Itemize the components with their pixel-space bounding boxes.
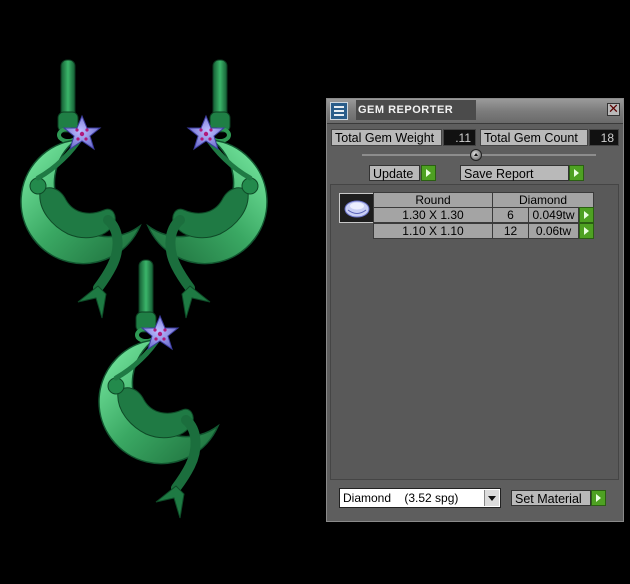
jewelry-render (0, 0, 326, 584)
window-title: GEM REPORTER (356, 100, 476, 120)
title-bar[interactable]: GEM REPORTER ✕ (327, 99, 623, 124)
shape-column-header: Round (373, 192, 493, 208)
set-material-button[interactable]: Set Material (511, 490, 591, 506)
left-earring (21, 60, 140, 318)
round-gem-icon[interactable] (339, 193, 375, 223)
3d-viewport[interactable] (0, 0, 326, 584)
gem-type-column-header: Diamond (492, 192, 594, 208)
save-report-button[interactable]: Save Report (460, 165, 569, 181)
gem-weight-cell: 0.06tw (528, 223, 579, 239)
gem-size-cell: 1.10 X 1.10 (373, 223, 493, 239)
update-button[interactable]: Update (369, 165, 420, 181)
gem-count-cell: 6 (492, 207, 529, 223)
gem-reporter-logo-icon (330, 102, 348, 120)
row-go-icon[interactable] (579, 207, 594, 223)
save-report-go-icon[interactable] (569, 165, 584, 181)
close-button[interactable]: ✕ (607, 103, 620, 116)
total-gem-count-value: 18 (589, 129, 619, 146)
chevron-down-icon[interactable] (484, 490, 499, 506)
gem-count-cell: 12 (492, 223, 529, 239)
gem-list[interactable]: Round Diamond 1.30 X 1.30 6 0.049tw 1.10… (330, 184, 619, 480)
total-gem-count-label: Total Gem Count (480, 129, 588, 146)
gem-reporter-panel: GEM REPORTER ✕ Total Gem Weight .11 Tota… (326, 98, 624, 522)
collapse-knob[interactable] (470, 149, 482, 161)
material-select[interactable]: Diamond (3.52 spg) (339, 488, 501, 508)
gem-weight-cell: 0.049tw (528, 207, 579, 223)
update-go-icon[interactable] (421, 165, 436, 181)
gem-size-cell: 1.30 X 1.30 (373, 207, 493, 223)
material-select-value: Diamond (3.52 spg) (343, 491, 459, 505)
row-go-icon[interactable] (579, 223, 594, 239)
set-material-go-icon[interactable] (591, 490, 606, 506)
right-earring (148, 60, 267, 318)
total-gem-weight-value: .11 (443, 129, 476, 146)
total-gem-weight-label: Total Gem Weight (331, 129, 442, 146)
